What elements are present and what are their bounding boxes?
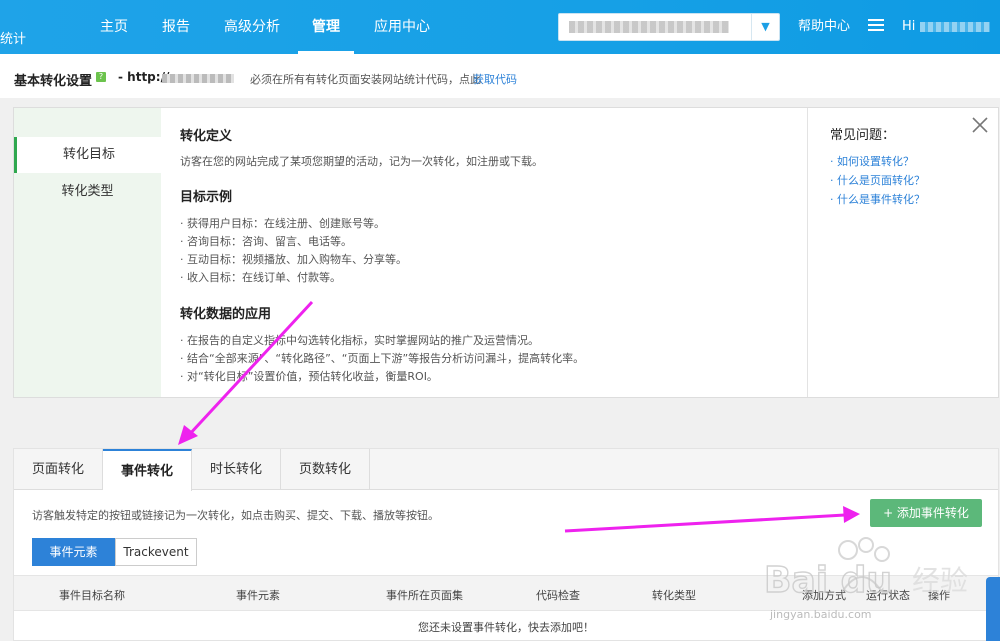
nav-home[interactable]: 主页 [100, 0, 128, 54]
faq-link-event-conversion[interactable]: · 什么是事件转化？ [830, 191, 925, 207]
faq-link-page-conversion[interactable]: · 什么是页面转化？ [830, 172, 925, 188]
examples-title: 目标示例 [180, 190, 233, 205]
user-name-masked [920, 22, 990, 32]
side-item-conversion-goal[interactable]: 转化目标 [14, 137, 161, 173]
annotation-arrowhead-tab [178, 425, 198, 445]
user-greeting[interactable]: Hi [902, 0, 915, 54]
nav-advanced-analysis[interactable]: 高级分析 [224, 0, 280, 54]
faq-link-how-to-set[interactable]: · 如何设置转化？ [830, 153, 914, 169]
conversion-tabs: 页面转化 事件转化 时长转化 页数转化 [14, 449, 998, 491]
add-event-conversion-button[interactable]: + 添加事件转化 [870, 499, 982, 527]
top-nav: 统计 主页 报告 高级分析 管理 应用中心 ▼ 帮助中心 Hi [0, 0, 1000, 54]
col-page-set[interactable]: 事件所在页面集 [386, 587, 463, 603]
definition-title: 转化定义 [180, 129, 233, 144]
tab-pages-conversion[interactable]: 页数转化 [281, 449, 370, 490]
example-item: · 获得用户目标：在线注册、创建账号等。 [180, 217, 385, 230]
help-question-icon[interactable]: ? [96, 72, 106, 82]
watermark-url: jingyan.baidu.com [770, 608, 872, 621]
svg-text:Bai du: Bai du [764, 560, 892, 601]
example-item: · 收入目标：在线订单、付款等。 [180, 271, 341, 284]
chevron-down-icon[interactable]: ▼ [751, 14, 779, 40]
event-hint: 访客触发特定的按钮或链接记为一次转化，如点击购买、提交、下载、播放等按钮。 [32, 509, 439, 522]
site-url-masked [162, 74, 234, 83]
install-hint: 必须在所有有转化页面安装网站统计代码，点此 [250, 73, 481, 86]
application-item: · 对“转化目标”设置价值，预估转化收益，衡量ROI。 [180, 370, 438, 383]
col-event-goal-name[interactable]: 事件目标名称 [59, 587, 125, 603]
settings-header: 基本转化设置 ? - http:// 必须在所有有转化页面安装网站统计代码，点此… [0, 54, 1000, 98]
col-event-element[interactable]: 事件元素 [236, 587, 280, 603]
side-feedback-widget[interactable] [986, 577, 1000, 641]
faq-panel: 常见问题： · 如何设置转化？ · 什么是页面转化？ · 什么是事件转化？ [807, 108, 999, 397]
application-item: · 结合“全部来源”、“转化路径”、“页面上下游”等报告分析访问漏斗，提高转化率… [180, 352, 585, 365]
list-icon[interactable] [868, 19, 884, 33]
site-selector[interactable]: ▼ [558, 13, 780, 41]
seg-event-element[interactable]: 事件元素 [32, 538, 115, 566]
tab-event-conversion[interactable]: 事件转化 [103, 449, 192, 491]
site-selector-value [569, 21, 729, 33]
example-item: · 咨询目标：咨询、留言、电话等。 [180, 235, 352, 248]
nav-manage[interactable]: 管理 [298, 0, 354, 54]
side-menu: 转化目标 转化类型 [14, 108, 161, 397]
example-item: · 互动目标：视频播放、加入购物车、分享等。 [180, 253, 407, 266]
page-title: 基本转化设置 [14, 74, 93, 89]
tab-page-conversion[interactable]: 页面转化 [14, 449, 103, 490]
definition-text: 访客在您的网站完成了某项您期望的活动，记为一次转化，如注册或下载。 [180, 155, 543, 168]
tab-duration-conversion[interactable]: 时长转化 [192, 449, 281, 490]
col-conversion-type[interactable]: 转化类型 [652, 587, 696, 603]
help-center-link[interactable]: 帮助中心 [798, 0, 850, 54]
side-item-conversion-type[interactable]: 转化类型 [14, 174, 161, 210]
svg-text:经验: 经验 [912, 564, 968, 597]
brand-logo[interactable]: 统计 [0, 28, 26, 47]
faq-title: 常见问题： [830, 128, 896, 143]
seg-trackevent[interactable]: Trackevent [115, 538, 197, 566]
get-code-link[interactable]: 获取代码 [473, 71, 517, 87]
nav-reports[interactable]: 报告 [162, 0, 190, 54]
conversion-info-panel: 转化目标 转化类型 转化定义 访客在您的网站完成了某项您期望的活动，记为一次转化… [13, 107, 999, 398]
close-icon[interactable] [971, 116, 989, 134]
application-title: 转化数据的应用 [180, 307, 272, 322]
nav-app-center[interactable]: 应用中心 [374, 0, 430, 54]
application-item: · 在报告的自定义指标中勾选转化指标，实时掌握网站的推广及运营情况。 [180, 334, 539, 347]
col-code-check[interactable]: 代码检查 [536, 587, 580, 603]
